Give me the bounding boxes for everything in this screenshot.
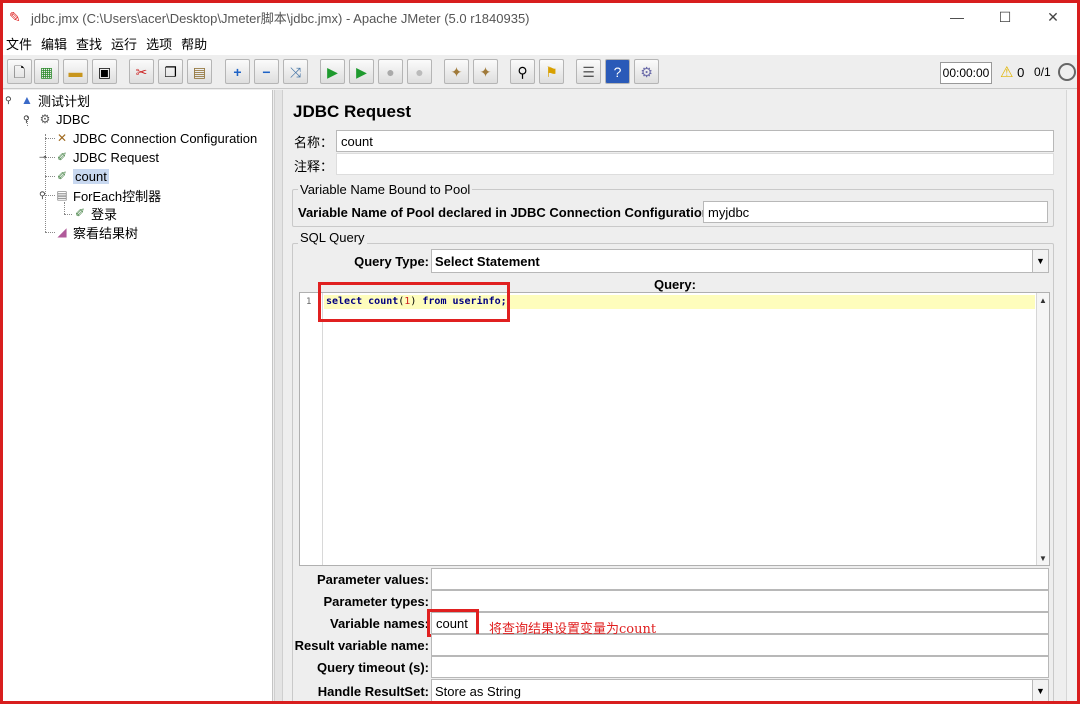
query-type-label: Query Type: [354, 254, 429, 269]
result-variable-label: Result variable name: [294, 638, 429, 653]
jdbc-request-panel: JDBC Request 名称： count 注释： Variable Name… [284, 90, 1066, 701]
query-timeout-label: Query timeout (s): [317, 660, 429, 675]
scroll-up-icon[interactable]: ▲ [1037, 294, 1049, 306]
query-type-select[interactable]: Select Statement ▼ [431, 249, 1049, 273]
scroll-down-icon[interactable]: ▼ [1037, 552, 1049, 564]
comment-field[interactable] [336, 153, 1054, 175]
clear-all-icon[interactable]: ✦ [473, 59, 498, 84]
gear-icon: ⚙ [39, 112, 51, 126]
pipette-sampler-icon: ✐ [56, 169, 68, 183]
cut-icon[interactable]: ✂ [129, 59, 154, 84]
query-timeout-field[interactable] [431, 656, 1049, 678]
paste-icon[interactable]: ▤ [187, 59, 212, 84]
menu-edit[interactable]: 编辑 [38, 34, 73, 53]
comment-label: 注释： [294, 159, 334, 174]
line-number: 1 [306, 297, 312, 307]
query-label: Query: [654, 277, 696, 292]
maximize-button[interactable]: ☐ [981, 3, 1029, 31]
highlight-box-variable [427, 609, 479, 637]
collapse-toggle-icon[interactable]: ⚲ [23, 114, 31, 125]
open-icon[interactable]: ▬ [63, 59, 88, 84]
shutdown-icon[interactable]: ● [407, 59, 432, 84]
expand-toggle-icon[interactable]: ⊸ [39, 152, 47, 163]
tree-item-foreach-controller[interactable]: ⚲ ▤ ForEach控制器 [39, 186, 161, 204]
sql-query-group-title: SQL Query [298, 230, 367, 245]
copy-icon[interactable]: ❐ [158, 59, 183, 84]
search-binoculars-icon[interactable]: ⚲ [510, 59, 535, 84]
tree-item-jdbc-connection-configuration[interactable]: ✕ JDBC Connection Configuration [54, 129, 257, 147]
warning-icon: ⚠ [1000, 64, 1014, 81]
close-button[interactable]: ✕ [1029, 3, 1077, 31]
param-values-field[interactable] [431, 568, 1049, 590]
result-variable-field[interactable] [431, 634, 1049, 656]
start-no-pauses-icon[interactable]: ▶ [349, 59, 374, 84]
pipette-sampler-icon: ✐ [56, 150, 68, 164]
window-title: jdbc.jmx (C:\Users\acer\Desktop\Jmeter脚本… [31, 10, 530, 26]
tree-item-count[interactable]: ✐ count [54, 167, 109, 185]
pool-label: Variable Name of Pool declared in JDBC C… [298, 205, 715, 220]
tree-item-jdbc-request[interactable]: ⊸ ✐ JDBC Request [39, 148, 159, 166]
query-editor[interactable]: 1 select count(1) from userinfo; ▲ ▼ [299, 292, 1050, 566]
pipette-sampler-icon: ✐ [74, 206, 86, 220]
tree-item-jdbc[interactable]: ⚲ ⚙ JDBC [23, 110, 90, 128]
new-icon[interactable]: 🗋 [7, 59, 32, 84]
tree-item-view-results-tree[interactable]: ◢ 察看结果树 [54, 223, 138, 241]
elapsed-timer: 00:00:00 [940, 62, 992, 84]
pool-name-field[interactable]: myjdbc [703, 201, 1048, 223]
panel-scrollbar[interactable] [1066, 90, 1077, 701]
param-values-label: Parameter values: [316, 572, 429, 587]
collapse-all-icon[interactable]: − [254, 59, 279, 84]
split-pane-divider[interactable] [274, 90, 283, 701]
title-bar: ✎ jdbc.jmx (C:\Users\acer\Desktop\Jmeter… [3, 3, 1077, 31]
collapse-toggle-icon[interactable]: ⚲ [39, 190, 47, 201]
minimize-button[interactable]: — [933, 3, 981, 31]
highlight-box-query [318, 282, 510, 322]
menu-bar: 文件 编辑 查找 运行 选项 帮助 [3, 31, 1077, 55]
save-icon[interactable]: ▣ [92, 59, 117, 84]
remote-status-icon [1058, 63, 1076, 81]
help-icon[interactable]: ? [605, 59, 630, 84]
stop-icon[interactable]: ● [378, 59, 403, 84]
templates-icon[interactable]: ▦ [34, 59, 59, 84]
param-types-field[interactable] [431, 590, 1049, 612]
menu-help[interactable]: 帮助 [178, 34, 213, 53]
menu-search[interactable]: 查找 [73, 34, 108, 53]
test-plan-tree: ⚲ ▲ 测试计划 ⚲ ⚙ JDBC ✕ JDBC Connection Conf… [3, 90, 273, 701]
app-window: ✎ jdbc.jmx (C:\Users\acer\Desktop\Jmeter… [0, 0, 1080, 704]
reset-search-broom-icon[interactable]: ⚑ [539, 59, 564, 84]
clear-icon[interactable]: ✦ [444, 59, 469, 84]
menu-options[interactable]: 选项 [143, 34, 178, 53]
warning-indicator[interactable]: ⚠ 0 [1000, 63, 1024, 81]
param-types-label: Parameter types: [323, 594, 430, 609]
chevron-down-icon: ▼ [1032, 680, 1048, 701]
jmeter-feather-icon: ✎ [9, 9, 21, 25]
editor-scrollbar[interactable]: ▲ ▼ [1036, 293, 1049, 565]
toggle-icon[interactable]: ⤨ [283, 59, 308, 84]
name-field[interactable]: count [336, 130, 1054, 152]
wrench-screwdriver-icon: ✕ [56, 131, 68, 145]
tree-item-login[interactable]: ✐ 登录 [72, 204, 117, 222]
handle-resultset-select[interactable]: Store as String ▼ [431, 679, 1049, 701]
warning-count: 0 [1017, 65, 1025, 80]
active-threads: 0/1 [1034, 65, 1051, 79]
remote-icon[interactable]: ⚙ [634, 59, 659, 84]
menu-file[interactable]: 文件 [3, 34, 38, 53]
controller-icon: ▤ [56, 188, 68, 202]
page-title: JDBC Request [293, 102, 412, 121]
name-label: 名称： [294, 135, 334, 150]
expand-all-icon[interactable]: + [225, 59, 250, 84]
menu-run[interactable]: 运行 [108, 34, 143, 53]
chart-listener-icon: ◢ [57, 225, 67, 239]
collapse-toggle-icon[interactable]: ⚲ [5, 95, 13, 106]
start-icon[interactable]: ▶ [320, 59, 345, 84]
function-helper-icon[interactable]: ☰ [576, 59, 601, 84]
pool-group-title: Variable Name Bound to Pool [298, 182, 473, 197]
variable-names-label: Variable names: [330, 616, 429, 631]
test-plan-icon: ▲ [21, 93, 33, 107]
handle-resultset-label: Handle ResultSet: [317, 684, 429, 699]
chevron-down-icon: ▼ [1032, 250, 1048, 272]
line-number-gutter: 1 [300, 293, 323, 565]
toolbar: 🗋 ▦ ▬ ▣ ✂ ❐ ▤ + − ⤨ ▶ ▶ ● ● ✦ ✦ ⚲ ⚑ ☰ ? … [3, 55, 1077, 89]
tree-item-test-plan[interactable]: ⚲ ▲ 测试计划 [5, 91, 90, 109]
